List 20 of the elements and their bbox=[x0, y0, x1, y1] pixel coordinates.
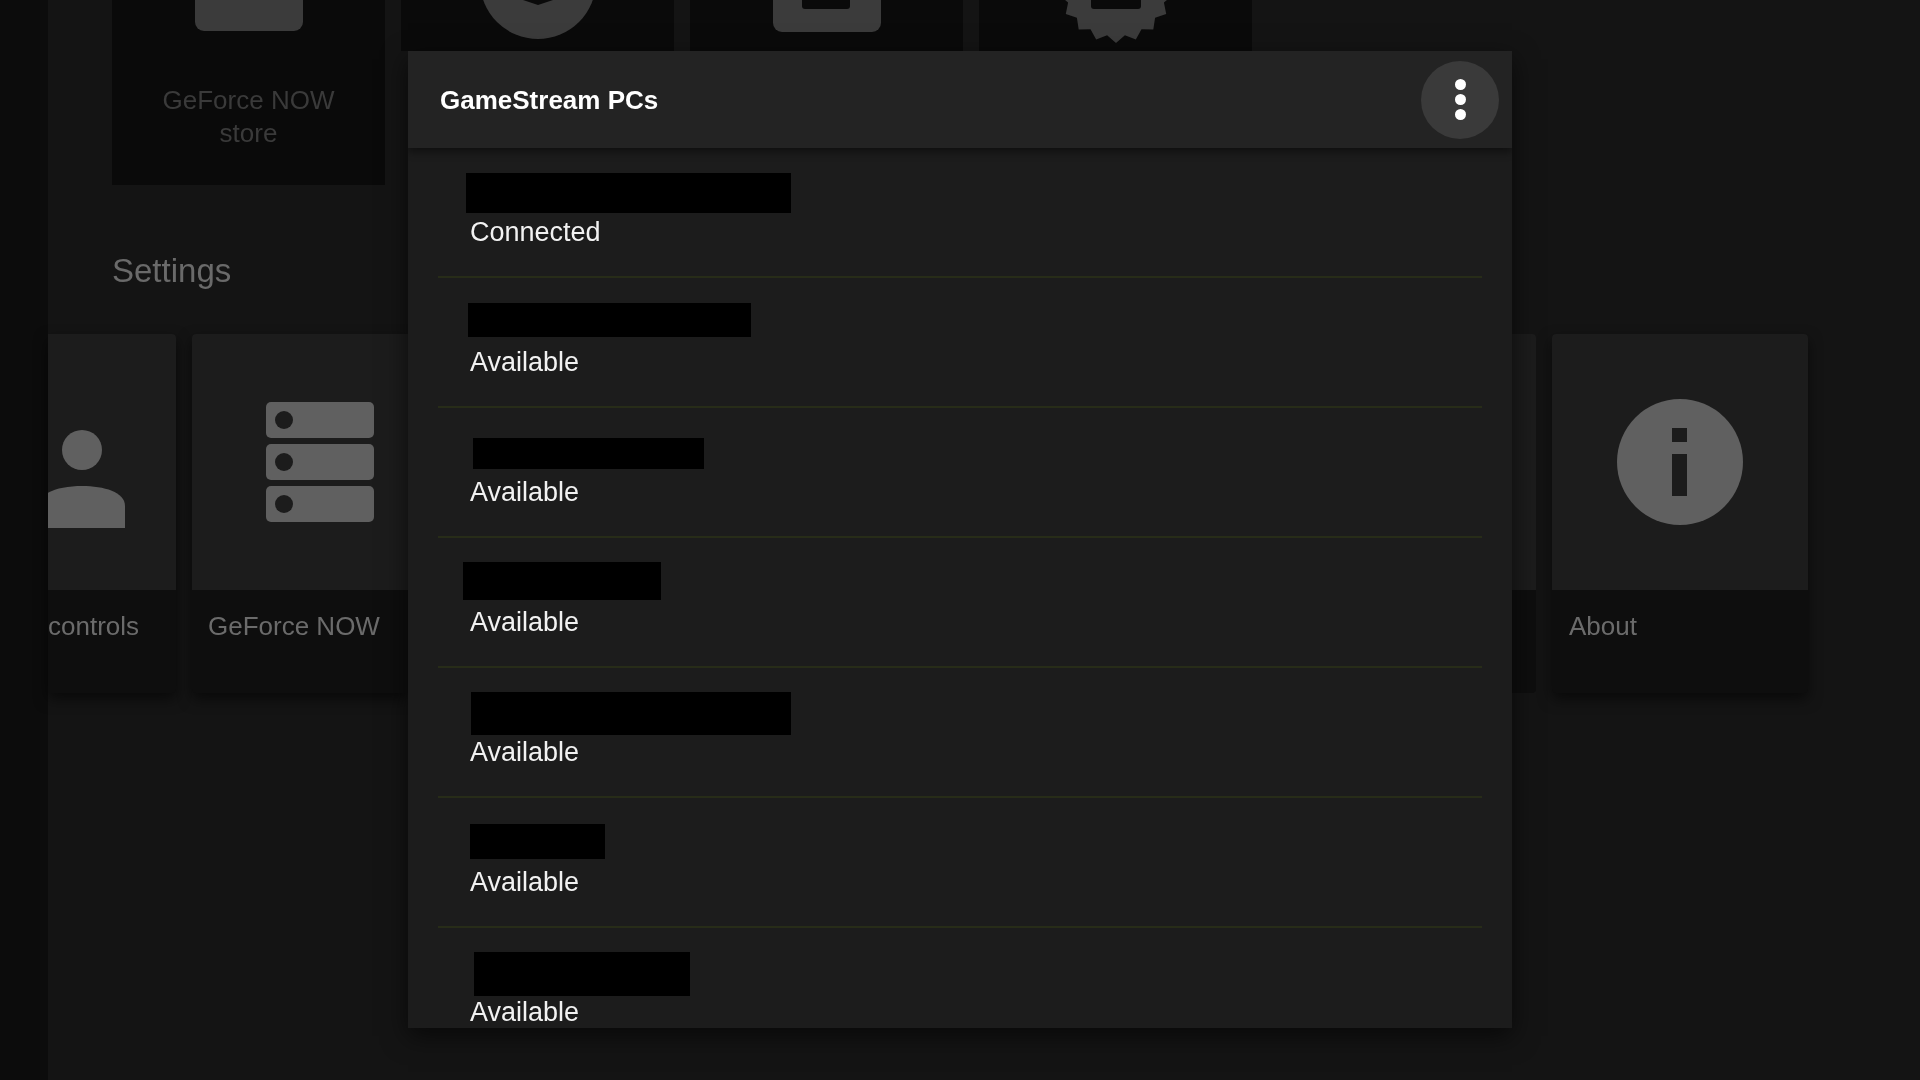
screen-icon bbox=[772, 0, 881, 32]
pc-status: Available bbox=[470, 866, 580, 898]
person-icon bbox=[48, 430, 125, 528]
section-title: Settings bbox=[112, 251, 232, 291]
pc-status: Connected bbox=[470, 216, 601, 248]
settings-tile[interactable]: About bbox=[1552, 334, 1808, 693]
dialog-title: GameStream PCs bbox=[440, 83, 659, 116]
pc-status: Available bbox=[470, 736, 580, 768]
app-tile[interactable] bbox=[979, 0, 1252, 51]
settings-tile[interactable]: controls bbox=[48, 334, 176, 693]
pc-status: Available bbox=[470, 346, 580, 378]
pc-status: Available bbox=[470, 476, 580, 508]
pc-status: Available bbox=[470, 606, 580, 638]
pc-status: Available bbox=[470, 996, 580, 1028]
info-icon bbox=[1617, 399, 1743, 525]
settings-tile[interactable]: GeForce NOW bbox=[192, 334, 408, 693]
app-tile[interactable] bbox=[690, 0, 963, 51]
more-icon bbox=[1454, 79, 1466, 120]
app-tile[interactable] bbox=[401, 0, 674, 51]
server-icon bbox=[266, 402, 374, 522]
